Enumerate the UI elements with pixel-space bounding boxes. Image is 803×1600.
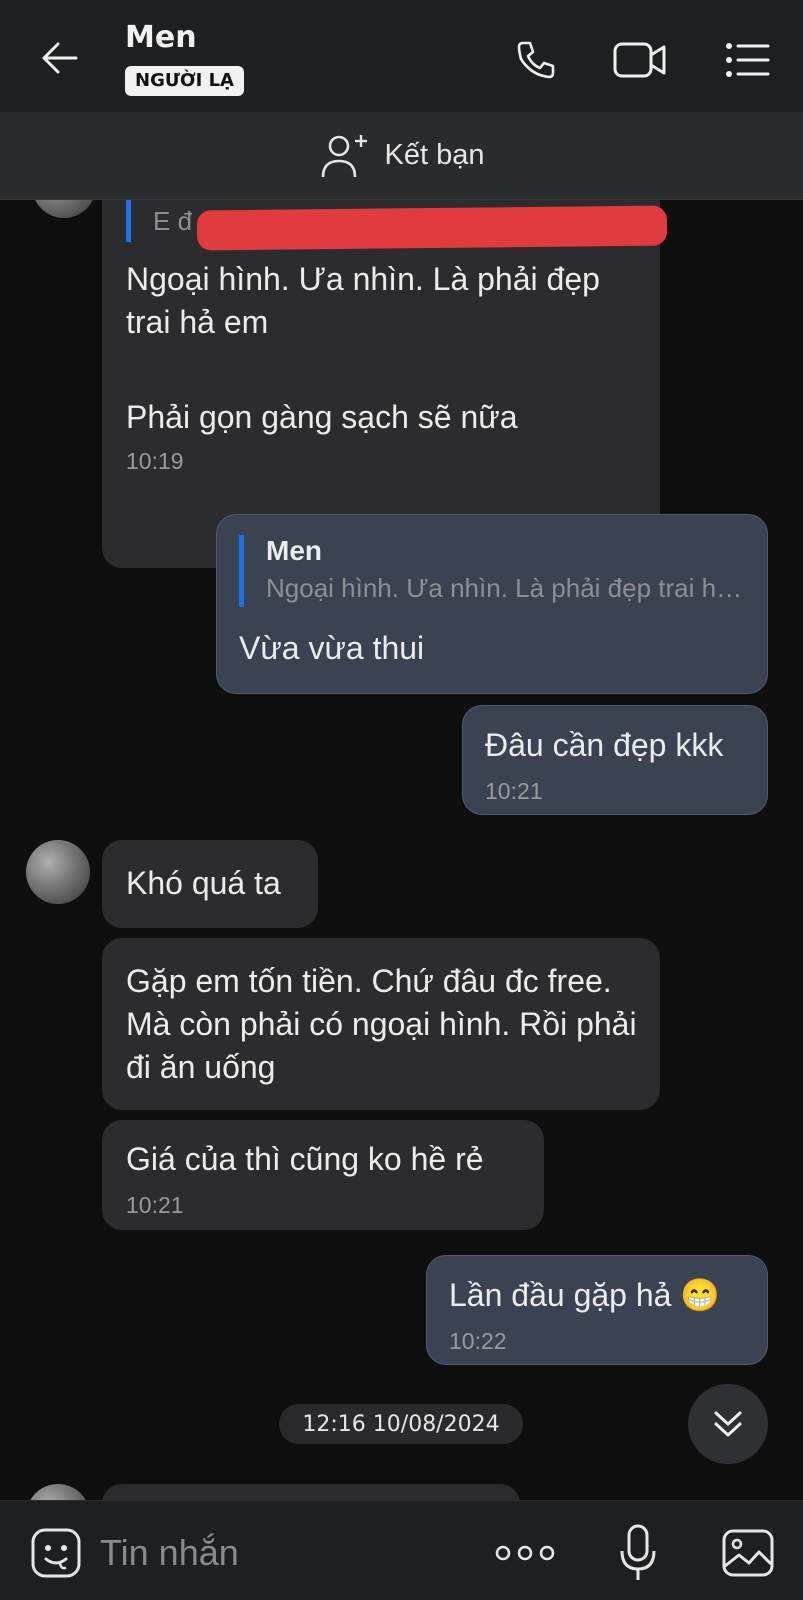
more-dots-icon xyxy=(495,1545,555,1561)
incoming-message[interactable]: Gặp em tốn tiền. Chứ đâu đc free. Mà còn… xyxy=(102,938,660,1110)
add-friend-label: Kết bạn xyxy=(384,139,485,171)
contact-avatar[interactable] xyxy=(32,200,96,218)
video-call-button[interactable] xyxy=(612,32,668,88)
message-text: Đâu cần đẹp kkk xyxy=(485,727,724,763)
chat-header: Men NGƯỜI LẠ xyxy=(0,0,803,112)
date-separator: 12:16 10/08/2024 xyxy=(279,1404,523,1444)
message-text: Gặp em tốn tiền. Chứ đâu đc free. Mà còn… xyxy=(126,963,637,1085)
video-camera-icon xyxy=(613,42,666,78)
outgoing-message[interactable]: Đâu cần đẹp kkk 10:21 xyxy=(462,705,768,815)
stranger-badge: NGƯỜI LẠ xyxy=(125,66,244,96)
reply-quote-text: Ngoại hình. Ưa nhìn. Là phải đẹp trai hả… xyxy=(266,573,744,603)
message-time: 10:19 xyxy=(126,448,184,474)
more-options-button[interactable] xyxy=(490,1527,560,1579)
message-time: 10:21 xyxy=(485,778,543,804)
contact-avatar[interactable] xyxy=(26,840,90,904)
message-text: Khó quá ta xyxy=(126,865,281,901)
back-button[interactable] xyxy=(32,30,88,86)
message-text: Vừa vừa thui xyxy=(239,630,425,666)
add-friend-icon xyxy=(321,134,367,177)
message-composer xyxy=(0,1500,803,1600)
incoming-message[interactable]: Phải gọn gàng sạch sẽ nữa 10:19 xyxy=(102,378,584,488)
incoming-message[interactable]: Khó quá ta xyxy=(102,840,318,928)
message-list[interactable]: E đ Ngoại hình. Ưa nhìn. Là phải đẹp tra… xyxy=(0,200,803,1500)
call-button[interactable] xyxy=(508,32,564,88)
send-image-button[interactable] xyxy=(718,1523,778,1583)
menu-list-icon xyxy=(726,43,770,77)
phone-icon xyxy=(517,41,555,79)
contact-name[interactable]: Men xyxy=(125,20,197,55)
image-icon xyxy=(722,1529,774,1577)
chevron-double-down-icon xyxy=(714,1411,742,1437)
incoming-message[interactable] xyxy=(102,1484,520,1500)
message-text: Giá của thì cũng ko hề rẻ xyxy=(126,1141,484,1177)
emoji-icon xyxy=(31,1528,81,1578)
microphone-icon xyxy=(620,1524,656,1580)
reply-quote[interactable]: Men Ngoại hình. Ưa nhìn. Là phải đẹp tra… xyxy=(239,535,744,607)
message-time: 10:22 xyxy=(449,1328,507,1354)
options-menu-button[interactable] xyxy=(720,32,776,88)
contact-avatar[interactable] xyxy=(26,1484,90,1500)
reply-quote-name: Men xyxy=(266,535,322,566)
message-input[interactable] xyxy=(100,1527,460,1579)
message-text: Phải gọn gàng sạch sẽ nữa xyxy=(126,399,518,435)
redaction-mark xyxy=(196,205,668,251)
message-time: 10:21 xyxy=(126,1192,184,1218)
add-friend-button[interactable]: Kết bạn xyxy=(0,112,803,200)
voice-message-button[interactable] xyxy=(612,1521,664,1585)
emoji-button[interactable] xyxy=(28,1525,84,1581)
incoming-message[interactable]: Giá của thì cũng ko hề rẻ 10:21 xyxy=(102,1120,544,1230)
outgoing-message[interactable]: Lần đầu gặp hả 😁 10:22 xyxy=(426,1255,768,1365)
message-text: Ngoại hình. Ưa nhìn. Là phải đẹp trai hả… xyxy=(126,261,600,340)
message-text: Lần đầu gặp hả 😁 xyxy=(449,1277,721,1313)
back-arrow-icon xyxy=(42,42,78,74)
scroll-to-bottom-button[interactable] xyxy=(688,1384,768,1464)
outgoing-message[interactable]: Men Ngoại hình. Ưa nhìn. Là phải đẹp tra… xyxy=(216,514,768,694)
